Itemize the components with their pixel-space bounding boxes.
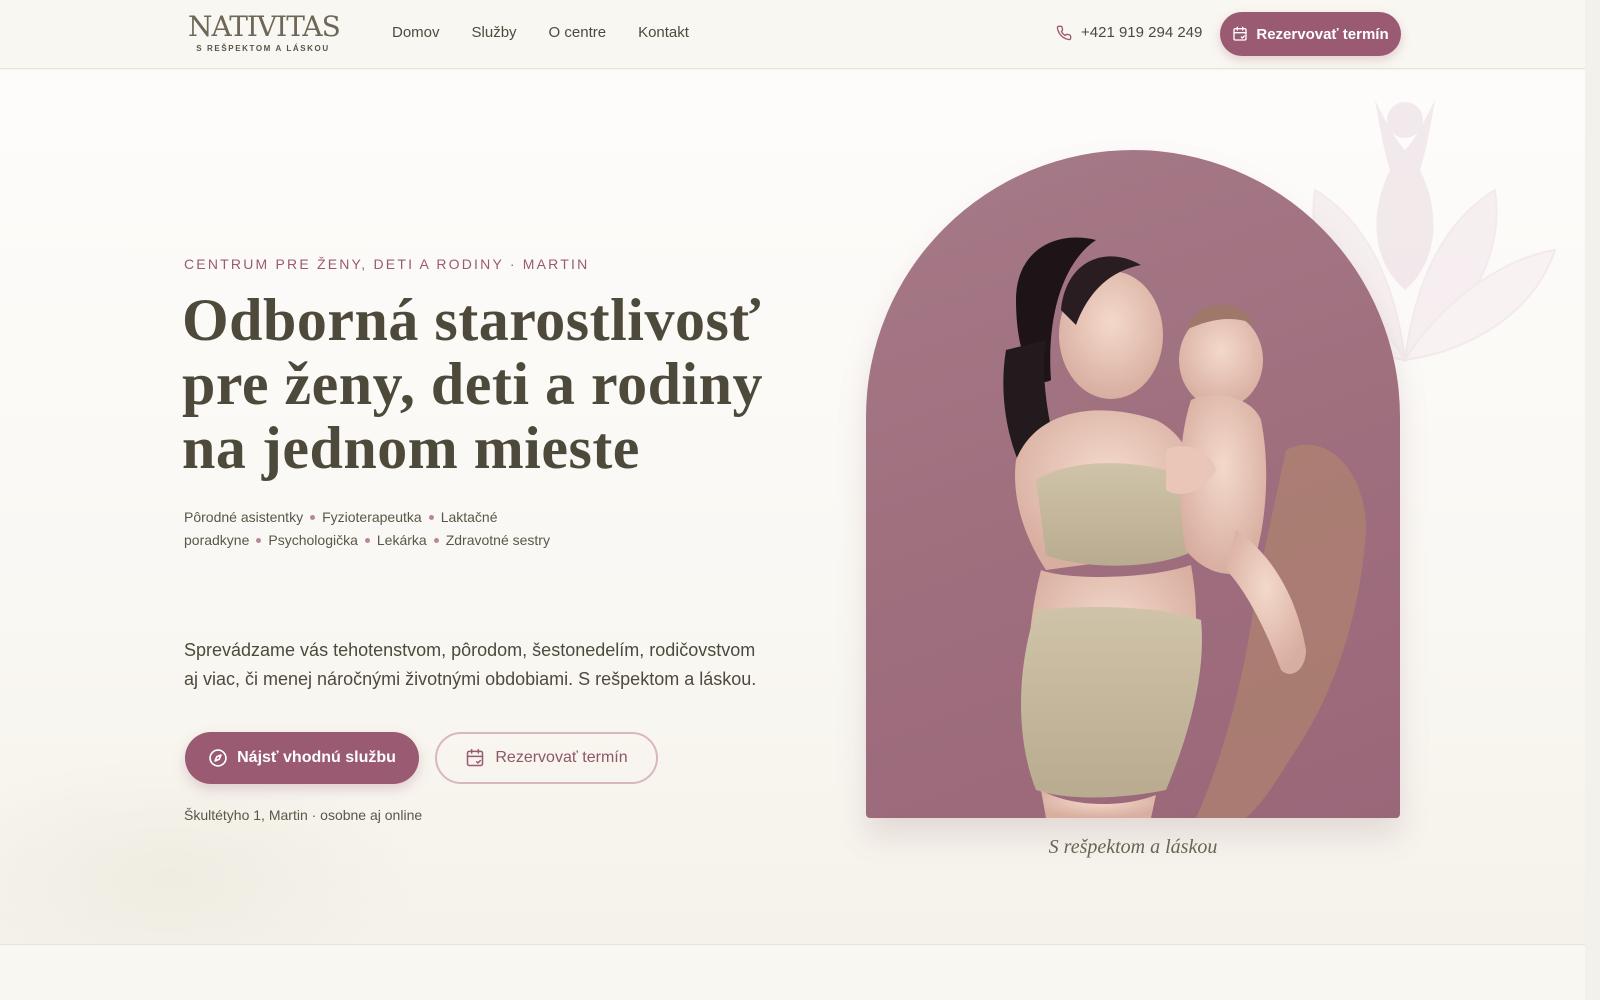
bullet-dot bbox=[364, 538, 370, 543]
phone-icon bbox=[1056, 25, 1072, 40]
header-book-button[interactable]: Rezervovať termín bbox=[1220, 12, 1401, 56]
nav-item-o-centre[interactable]: O centre bbox=[549, 24, 607, 41]
site-header: NATIVITAS S REŠPEKTOM A LÁSKOU Domov Slu… bbox=[0, 0, 1585, 69]
next-section-top bbox=[0, 944, 1585, 1000]
address-line: Škultétyho 1, Martin · osobne aj online bbox=[184, 807, 423, 823]
phone-number: +421 919 294 249 bbox=[1081, 24, 1203, 41]
hero-photo-arch bbox=[866, 150, 1400, 818]
mother-and-baby-photo bbox=[1003, 237, 1366, 818]
headline-line-3: na jednom mieste bbox=[182, 415, 640, 481]
specialties-list: Pôrodné asistentky Fyzioterapeutka Laktačn… bbox=[184, 506, 564, 552]
specialty-item: Lekárka bbox=[376, 532, 427, 548]
book-appointment-button[interactable]: Rezervovať termín bbox=[435, 732, 658, 784]
calendar-icon bbox=[467, 748, 484, 767]
specialty-item: Fyzioterapeutka bbox=[322, 509, 422, 525]
hero-headline: Odborná starostlivosť pre ženy, deti a r… bbox=[182, 288, 782, 480]
scrollbar[interactable] bbox=[1585, 0, 1600, 1000]
scrollbar-thumb[interactable] bbox=[1588, 2, 1597, 942]
compass-icon bbox=[209, 749, 227, 767]
specialty-item: Psychologička bbox=[268, 532, 358, 548]
main-nav: Domov Služby O centre Kontakt bbox=[392, 24, 721, 41]
nav-item-kontakt[interactable]: Kontakt bbox=[638, 24, 689, 41]
nav-item-domov[interactable]: Domov bbox=[392, 24, 440, 41]
logo-tagline: S REŠPEKTOM A LÁSKOU bbox=[196, 44, 330, 53]
headline-line-2: pre ženy, deti a rodiny bbox=[182, 351, 763, 417]
hero-lead-text: Sprevádzame vás tehotenstvom, pôrodom, š… bbox=[184, 640, 757, 689]
bullet-dot bbox=[256, 538, 262, 543]
logo[interactable]: NATIVITAS S REŠPEKTOM A LÁSKOU bbox=[188, 10, 341, 54]
logo-wordmark: NATIVITAS bbox=[188, 10, 341, 43]
header-book-label: Rezervovať termín bbox=[1256, 25, 1389, 43]
find-service-label: Nájsť vhodnú službu bbox=[237, 749, 396, 766]
photo-caption: S rešpektom a láskou bbox=[1048, 836, 1218, 858]
find-service-button[interactable]: Nájsť vhodnú službu bbox=[185, 732, 419, 784]
specialty-item: Pôrodné asistentky bbox=[184, 509, 304, 525]
hero-section: CENTRUM PRE ŽENY, DETI A RODINY · MARTIN… bbox=[0, 70, 1585, 944]
nav-item-sluzby[interactable]: Služby bbox=[472, 24, 517, 41]
bullet-dot bbox=[310, 515, 316, 520]
bullet-dot bbox=[428, 515, 434, 520]
phone-link[interactable]: +421 919 294 249 bbox=[1056, 24, 1202, 41]
headline-line-1: Odborná starostlivosť bbox=[182, 287, 762, 353]
hero-eyebrow: CENTRUM PRE ŽENY, DETI A RODINY · MARTIN bbox=[184, 256, 590, 272]
calendar-icon bbox=[1233, 26, 1248, 41]
bullet-dot bbox=[433, 538, 439, 543]
book-appointment-label: Rezervovať termín bbox=[495, 749, 628, 766]
specialty-item: Zdravotné sestry bbox=[445, 532, 550, 548]
